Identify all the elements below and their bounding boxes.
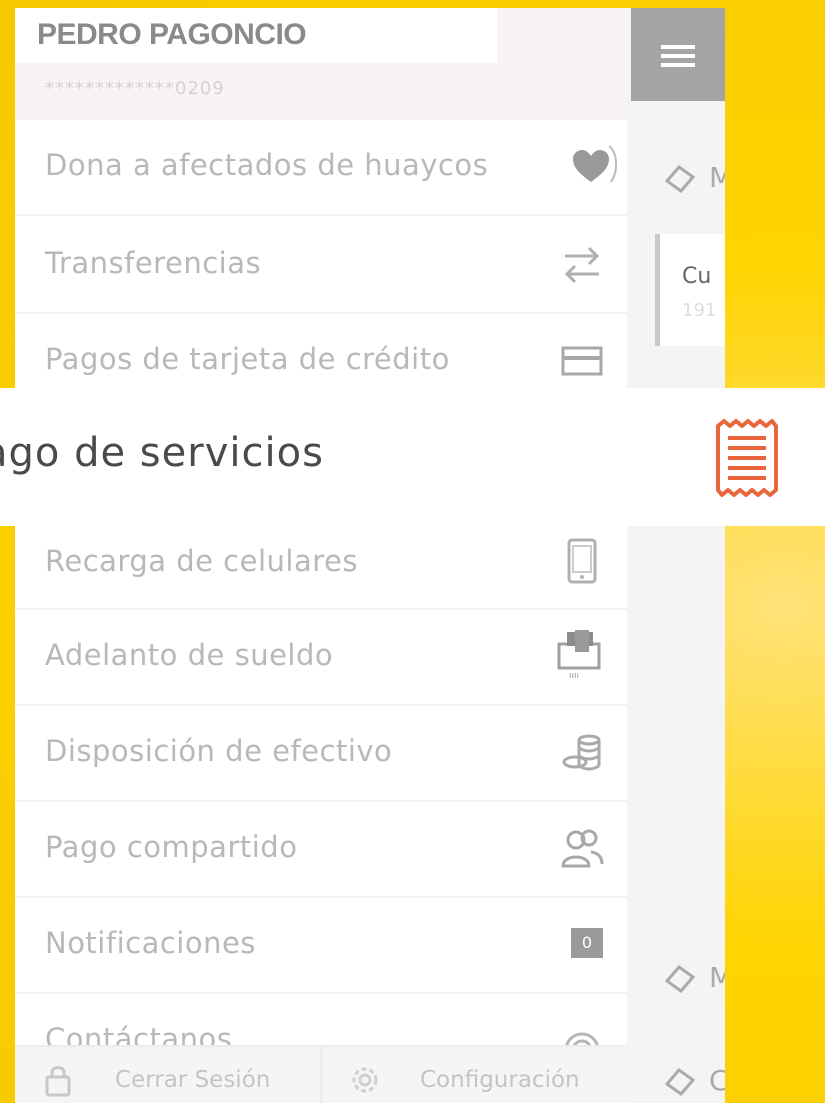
eraser-icon — [664, 964, 696, 993]
menu-item-label: Dona a afectados de huaycos — [45, 148, 489, 182]
logout-label: Cerrar Sesión — [115, 1067, 271, 1093]
menu-item-label: Pagos de tarjeta de crédito — [45, 342, 450, 376]
content-row-label: M — [709, 161, 725, 194]
content-row[interactable]: M — [657, 153, 725, 203]
menu-item-label: Adelanto de sueldo — [45, 638, 334, 672]
user-name: PEDRO PAGONCIO — [37, 18, 307, 51]
mobile-phone-icon — [567, 538, 597, 584]
menu-item-label: ago de servicios — [0, 430, 324, 476]
menu-item-mobile-recharge[interactable]: Recarga de celulares — [15, 514, 627, 610]
content-row[interactable]: M — [657, 953, 725, 1003]
settings-button[interactable]: Configuración — [322, 1047, 627, 1103]
account-card[interactable]: Cu 191 — [655, 234, 725, 346]
menu-item-label: Transferencias — [45, 246, 262, 280]
svg-text:ıııı: ıııı — [569, 671, 579, 680]
content-row-label: M — [709, 961, 725, 994]
receipt-icon — [716, 419, 778, 497]
coins-stack-icon — [562, 734, 601, 771]
content-row[interactable]: C — [657, 1056, 725, 1103]
menu-toggle-button[interactable] — [631, 8, 725, 101]
menu-item-transfers[interactable]: Transferencias — [15, 218, 627, 314]
menu-item-label: Recarga de celulares — [45, 544, 358, 578]
content-row-label: C — [709, 1064, 725, 1097]
credit-card-icon — [561, 346, 603, 376]
logout-button[interactable]: Cerrar Sesión — [15, 1047, 320, 1103]
card-title: Cu — [682, 264, 712, 289]
menu-item-label: Pago compartido — [45, 830, 298, 864]
menu-item-label: Notificaciones — [45, 926, 256, 960]
heart-icon — [573, 145, 617, 183]
drawer-footer: Cerrar Sesión Configuración — [15, 1045, 627, 1103]
navigation-drawer: PEDRO PAGONCIO *************0209 Dona a … — [15, 8, 627, 1103]
main-content: M Cu 191 M C — [627, 8, 725, 1103]
menu-item-shared-payment[interactable]: Pago compartido — [15, 802, 627, 898]
settings-label: Configuración — [420, 1067, 580, 1093]
gear-icon — [352, 1067, 378, 1093]
menu-item-bill-payment[interactable]: ago de servicios — [0, 388, 825, 526]
menu-item-salary-advance[interactable]: Adelanto de sueldo ıııı — [15, 610, 627, 706]
eraser-icon — [664, 164, 696, 193]
menu-item-donate[interactable]: Dona a afectados de huaycos — [15, 120, 627, 216]
card-subtitle: 191 — [682, 300, 717, 321]
cash-advance-icon: ıııı — [557, 630, 601, 680]
menu-item-label: Disposición de efectivo — [45, 734, 393, 768]
notification-badge: 0 — [571, 928, 603, 958]
menu-item-notifications[interactable]: Notificaciones 0 — [15, 898, 627, 994]
shared-users-icon — [561, 829, 604, 868]
eraser-icon — [664, 1067, 696, 1096]
lock-icon — [45, 1066, 71, 1097]
app-screen: PEDRO PAGONCIO *************0209 Dona a … — [15, 8, 725, 1103]
drawer-header: PEDRO PAGONCIO *************0209 — [15, 8, 627, 120]
user-name-box: PEDRO PAGONCIO — [15, 8, 497, 63]
hamburger-icon — [661, 45, 695, 67]
menu-item-cash-disposal[interactable]: Disposición de efectivo — [15, 706, 627, 802]
transfer-arrows-icon — [564, 246, 600, 284]
account-number: *************0209 — [45, 78, 225, 99]
